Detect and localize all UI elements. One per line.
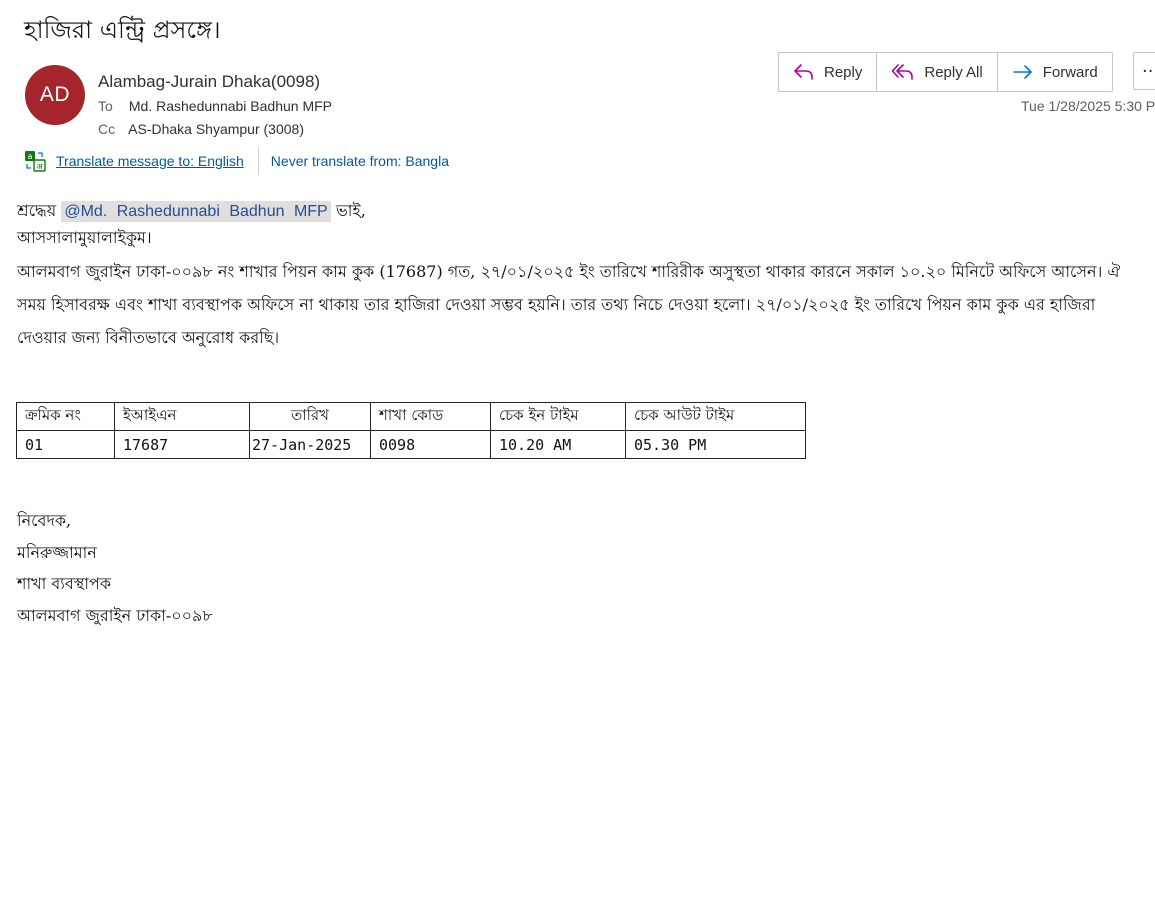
never-translate-link[interactable]: Never translate from: Bangla	[271, 153, 449, 169]
reply-all-button[interactable]: Reply All	[877, 53, 998, 91]
paragraph-line: আলমবাগ জুরাইন ঢাকা-০০৯৮ নং শাখার পিয়ন ক…	[17, 262, 1121, 281]
sender-name[interactable]: Alambag-Jurain Dhaka(0098)	[98, 72, 320, 92]
signature-closing: নিবেদক,	[17, 511, 72, 530]
paragraph-line: সময় হিসাবরক্ষ এবং শাখা ব্যবস্থাপক অফিসে…	[17, 295, 1096, 314]
table-header-cell: চেক আউট টাইম	[625, 402, 806, 431]
sent-date: Tue 1/28/2025 5:30 PM	[1021, 98, 1155, 114]
cc-label: Cc	[98, 121, 116, 137]
reply-icon	[794, 64, 813, 80]
reply-label: Reply	[824, 63, 863, 81]
table-row: 01 17687 27-Jan-2025 0098 10.20 AM 05.30…	[16, 430, 806, 459]
forward-button[interactable]: Forward	[998, 53, 1112, 91]
salam-line: আসসালামুয়ালাইকুম।	[17, 228, 152, 247]
cc-recipient[interactable]: AS-Dhaka Shyampur (3008)	[128, 121, 304, 137]
signature-branch: আলমবাগ জুরাইন ঢাকা-০০৯৮	[17, 606, 213, 625]
forward-icon	[1012, 65, 1032, 79]
greeting-prefix: শ্রদ্ধেয়	[17, 201, 57, 220]
signature-name: মনিরুজ্জামান	[17, 543, 97, 562]
translate-bar: a अ Translate message to: English Never …	[24, 147, 449, 175]
translate-icon: a अ	[25, 151, 46, 172]
forward-label: Forward	[1042, 63, 1098, 81]
svg-text:अ: अ	[36, 162, 43, 171]
table-header-cell: শাখা কোড	[370, 402, 491, 431]
more-actions-button[interactable]: ···	[1133, 52, 1155, 90]
body-paragraph: আলমবাগ জুরাইন ঢাকা-০০৯৮ নং শাখার পিয়ন ক…	[17, 255, 1147, 354]
table-header-cell: চেক ইন টাইম	[490, 402, 626, 431]
translate-message-link[interactable]: Translate message to: English	[56, 153, 244, 169]
to-recipient[interactable]: Md. Rashedunnabi Badhun MFP	[129, 98, 332, 114]
reply-all-label: Reply All	[924, 63, 983, 81]
greeting-suffix: ভাই,	[335, 201, 366, 220]
avatar[interactable]: AD	[25, 65, 85, 125]
reply-button[interactable]: Reply	[779, 53, 878, 91]
divider	[257, 147, 259, 175]
paragraph-line: দেওয়ার জন্য বিনীতভাবে অনুরোধ করছি।	[17, 328, 280, 347]
table-cell: 27-Jan-2025	[249, 430, 371, 459]
table-cell: 17687	[114, 430, 250, 459]
more-icon: ···	[1142, 60, 1155, 82]
message-actions: Reply Reply All Forward	[778, 52, 1113, 92]
greeting-line: শ্রদ্ধেয় @Md. Rashedunnabi Badhun MFP ভ…	[17, 198, 366, 225]
cc-line: Cc AS-Dhaka Shyampur (3008)	[98, 121, 304, 137]
reply-all-icon	[892, 64, 914, 80]
table-header-cell: তারিখ	[249, 402, 371, 431]
table-cell: 0098	[370, 430, 491, 459]
table-header-cell: ক্রমিক নং	[16, 402, 115, 431]
signature-title: শাখা ব্যবস্থাপক	[17, 574, 112, 593]
table-header-row: ক্রমিক নং ইআইএন তারিখ শাখা কোড চেক ইন টা…	[16, 402, 806, 431]
to-label: To	[98, 98, 113, 114]
table-cell: 05.30 PM	[625, 430, 806, 459]
table-header-cell: ইআইএন	[114, 402, 250, 431]
table-cell: 10.20 AM	[490, 430, 626, 459]
to-line: To Md. Rashedunnabi Badhun MFP	[98, 98, 332, 114]
email-subject: হাজিরা এন্ট্রি প্রসঙ্গে।	[24, 16, 221, 44]
attendance-table: ক্রমিক নং ইআইএন তারিখ শাখা কোড চেক ইন টা…	[16, 402, 806, 459]
mention-recipient[interactable]: @Md. Rashedunnabi Badhun MFP	[61, 201, 331, 222]
table-cell: 01	[16, 430, 115, 459]
svg-text:a: a	[28, 152, 33, 161]
